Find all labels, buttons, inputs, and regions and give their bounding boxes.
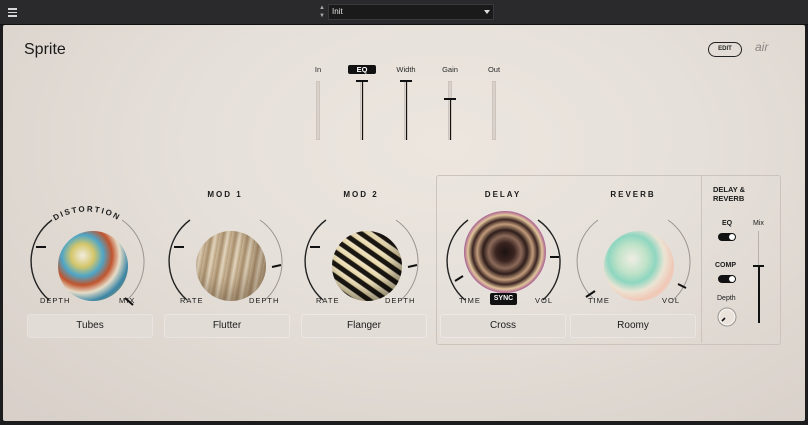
delay-reverb-title-line2: REVERB xyxy=(713,194,745,203)
fader-width-handle[interactable] xyxy=(400,80,412,82)
fader-gain-fill xyxy=(449,98,451,140)
delay-reverb-title-line1: DELAY & xyxy=(713,185,746,194)
fader-in: In xyxy=(298,65,338,145)
mix-fader-fill xyxy=(757,265,760,323)
comp-toggle[interactable] xyxy=(718,275,736,283)
reverb-module: REVERB TIME VOL xyxy=(573,185,693,315)
comp-toggle-label: COMP xyxy=(715,262,736,269)
mod1-title: MOD 1 xyxy=(207,190,242,199)
plugin-title: Sprite xyxy=(24,41,66,58)
mod2-title: MOD 2 xyxy=(343,190,378,199)
fader-gain: Gain xyxy=(430,65,470,145)
air-logo-icon: air xyxy=(755,41,769,53)
fader-eq-fill xyxy=(361,81,363,140)
fader-out-label: Out xyxy=(487,65,501,74)
chevron-down-icon xyxy=(484,10,490,14)
fader-width: Width xyxy=(386,65,426,145)
mod1-preset-button[interactable]: Flutter xyxy=(165,315,289,337)
eq-toggle-label: EQ xyxy=(722,220,733,227)
fader-eq-handle[interactable] xyxy=(356,80,368,82)
distortion-orb[interactable] xyxy=(58,231,128,301)
fader-width-fill xyxy=(405,81,407,140)
mod2-rate-label: RATE xyxy=(316,296,340,305)
svg-text:DISTORTION: DISTORTION xyxy=(52,204,123,222)
fader-width-label: Width xyxy=(396,65,416,74)
hamburger-menu-icon[interactable] xyxy=(8,6,17,18)
depth-knob[interactable] xyxy=(716,306,738,328)
mod2-module: MOD 2 RATE DEPTH xyxy=(301,185,421,315)
mod1-module: MOD 1 RATE DEPTH xyxy=(165,185,285,315)
svg-text:air: air xyxy=(755,41,769,53)
host-toolbar: ▲ ▼ Init xyxy=(0,0,808,25)
fader-out: Out xyxy=(474,65,514,145)
delay-reverb-divider xyxy=(701,175,702,343)
delay-time-label: TIME xyxy=(459,296,481,305)
reverb-orb[interactable] xyxy=(604,231,674,301)
mod1-rate-label: RATE xyxy=(180,296,204,305)
mix-fader-label: Mix xyxy=(753,220,764,227)
delay-vol-label: VOL xyxy=(535,296,554,305)
fader-eq-label[interactable]: EQ xyxy=(348,65,376,74)
delay-sync-button[interactable]: SYNC xyxy=(490,293,517,305)
preset-selector[interactable]: ▲ ▼ Init xyxy=(316,4,494,20)
plugin-panel: Sprite EDIT air In EQ Width Gain Out DIS… xyxy=(3,25,805,421)
fader-gain-label: Gain xyxy=(442,65,458,74)
eq-toggle[interactable] xyxy=(718,233,736,241)
mod1-orb[interactable] xyxy=(196,231,266,301)
distortion-title: DISTORTION xyxy=(52,204,121,222)
mod2-preset-button[interactable]: Flanger xyxy=(302,315,426,337)
reverb-title: REVERB xyxy=(610,190,655,199)
delay-preset-button[interactable]: Cross xyxy=(441,315,565,337)
distortion-mix-label: MIX xyxy=(119,296,136,305)
reverb-vol-label: VOL xyxy=(662,296,681,305)
preset-up-down-icon[interactable]: ▲ ▼ xyxy=(318,4,326,20)
mod2-depth-label: DEPTH xyxy=(385,296,416,305)
fader-out-track[interactable] xyxy=(492,81,496,140)
delay-orb[interactable] xyxy=(464,211,546,293)
delay-title: DELAY xyxy=(485,190,521,199)
fader-eq: EQ xyxy=(342,65,382,145)
reverb-preset-button[interactable]: Roomy xyxy=(571,315,695,337)
distortion-preset-button[interactable]: Tubes xyxy=(28,315,152,337)
fader-in-label: In xyxy=(314,65,322,74)
depth-knob-label: Depth xyxy=(717,295,736,302)
preset-dropdown[interactable]: Init xyxy=(328,4,494,20)
reverb-time-label: TIME xyxy=(588,296,610,305)
preset-name: Init xyxy=(332,7,343,16)
edit-button[interactable]: EDIT xyxy=(708,42,742,57)
mix-fader-handle[interactable] xyxy=(753,264,764,267)
fader-gain-handle[interactable] xyxy=(444,97,456,100)
mod1-depth-label: DEPTH xyxy=(249,296,280,305)
distortion-depth-label: DEPTH xyxy=(40,296,71,305)
mod2-orb[interactable] xyxy=(332,231,402,301)
distortion-module: DISTORTION DEPTH MIX xyxy=(27,185,147,315)
fader-in-track[interactable] xyxy=(316,81,320,140)
delay-reverb-title: DELAY & REVERB xyxy=(713,185,745,203)
